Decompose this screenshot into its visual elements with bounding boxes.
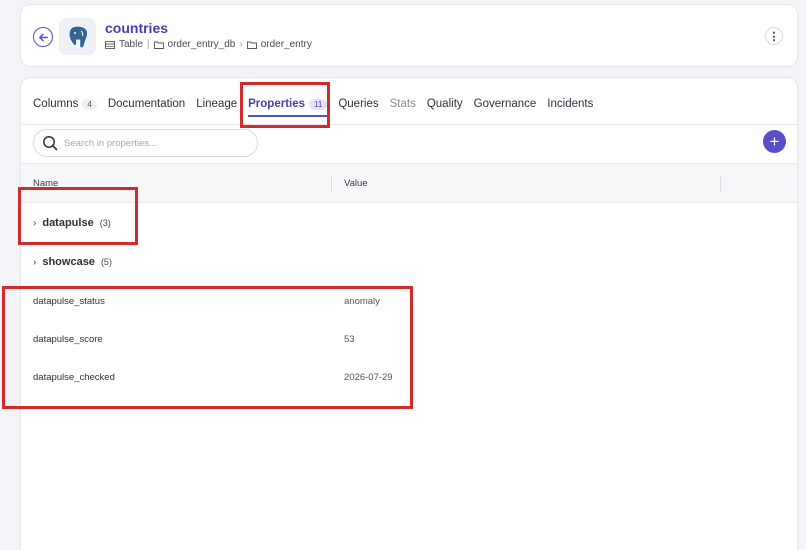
column-divider[interactable] [331, 176, 332, 192]
more-vertical-icon[interactable]: ⋮ [765, 27, 783, 45]
folder-icon [153, 41, 164, 49]
tab-properties[interactable]: Properties 11 [248, 97, 328, 117]
tab-label: Documentation [107, 98, 186, 110]
table-header: Name Value [21, 163, 797, 203]
property-name: datapulse_score [33, 334, 103, 345]
chevron-right-icon: › [33, 256, 37, 268]
property-value[interactable]: anomaly [344, 296, 380, 307]
back-arrow-icon[interactable] [33, 27, 53, 47]
tab-label: Governance [473, 98, 537, 110]
group-count: (5) [100, 257, 112, 267]
tab-count-badge: 11 [309, 98, 328, 110]
tab-incidents[interactable]: Incidents [547, 97, 593, 111]
tab-label: Stats [389, 98, 416, 110]
breadcrumb-database[interactable]: order_entry_db [168, 39, 236, 50]
entity-header: countries Table | order_entry_db › order… [20, 4, 798, 67]
chevron-right-icon: › [239, 39, 243, 50]
tab-label: Columns [33, 98, 79, 110]
divider [21, 124, 797, 125]
tab-label: Queries [338, 98, 379, 110]
breadcrumb-type: Table [119, 39, 143, 50]
search-icon [43, 136, 58, 151]
folder-icon [246, 41, 257, 49]
entity-title[interactable]: countries [105, 20, 168, 36]
tab-quality[interactable]: Quality [427, 97, 463, 111]
tab-documentation[interactable]: Documentation [108, 97, 185, 111]
tab-governance[interactable]: Governance [474, 97, 537, 111]
group-count: (3) [99, 218, 111, 228]
tab-stats[interactable]: Stats [390, 97, 416, 111]
breadcrumb-schema[interactable]: order_entry [261, 39, 312, 50]
breadcrumb-divider: | [146, 39, 150, 50]
group-row-showcase[interactable]: › showcase (5) [33, 256, 112, 268]
column-divider[interactable] [720, 176, 721, 192]
tab-label: Properties [248, 98, 306, 110]
property-name: datapulse_checked [33, 372, 115, 383]
postgres-logo-icon [59, 18, 96, 55]
property-value[interactable]: 2026-07-29 [344, 372, 393, 383]
search-box[interactable] [33, 129, 258, 157]
column-header-value: Value [344, 178, 368, 189]
breadcrumb: Table | order_entry_db › order_entry [105, 39, 312, 50]
group-name: datapulse [42, 217, 94, 229]
tab-label: Lineage [196, 98, 238, 110]
table-icon [105, 40, 115, 49]
tab-label: Incidents [547, 98, 594, 110]
properties-panel: Columns 4 Documentation Lineage Properti… [20, 77, 798, 550]
column-header-name: Name [33, 178, 59, 189]
chevron-right-icon: › [33, 217, 37, 229]
tab-queries[interactable]: Queries [338, 97, 378, 111]
tab-lineage[interactable]: Lineage [196, 97, 237, 111]
property-name: datapulse_status [33, 296, 105, 307]
group-row-datapulse[interactable]: › datapulse (3) [33, 217, 111, 229]
tab-columns[interactable]: Columns 4 [33, 97, 97, 111]
tab-bar: Columns 4 Documentation Lineage Properti… [33, 97, 604, 117]
search-input[interactable] [64, 137, 244, 149]
group-name: showcase [42, 256, 95, 268]
tab-label: Quality [426, 98, 463, 110]
tab-count-badge: 4 [82, 98, 97, 110]
property-value[interactable]: 53 [344, 334, 355, 345]
add-property-button[interactable]: + [763, 130, 786, 153]
